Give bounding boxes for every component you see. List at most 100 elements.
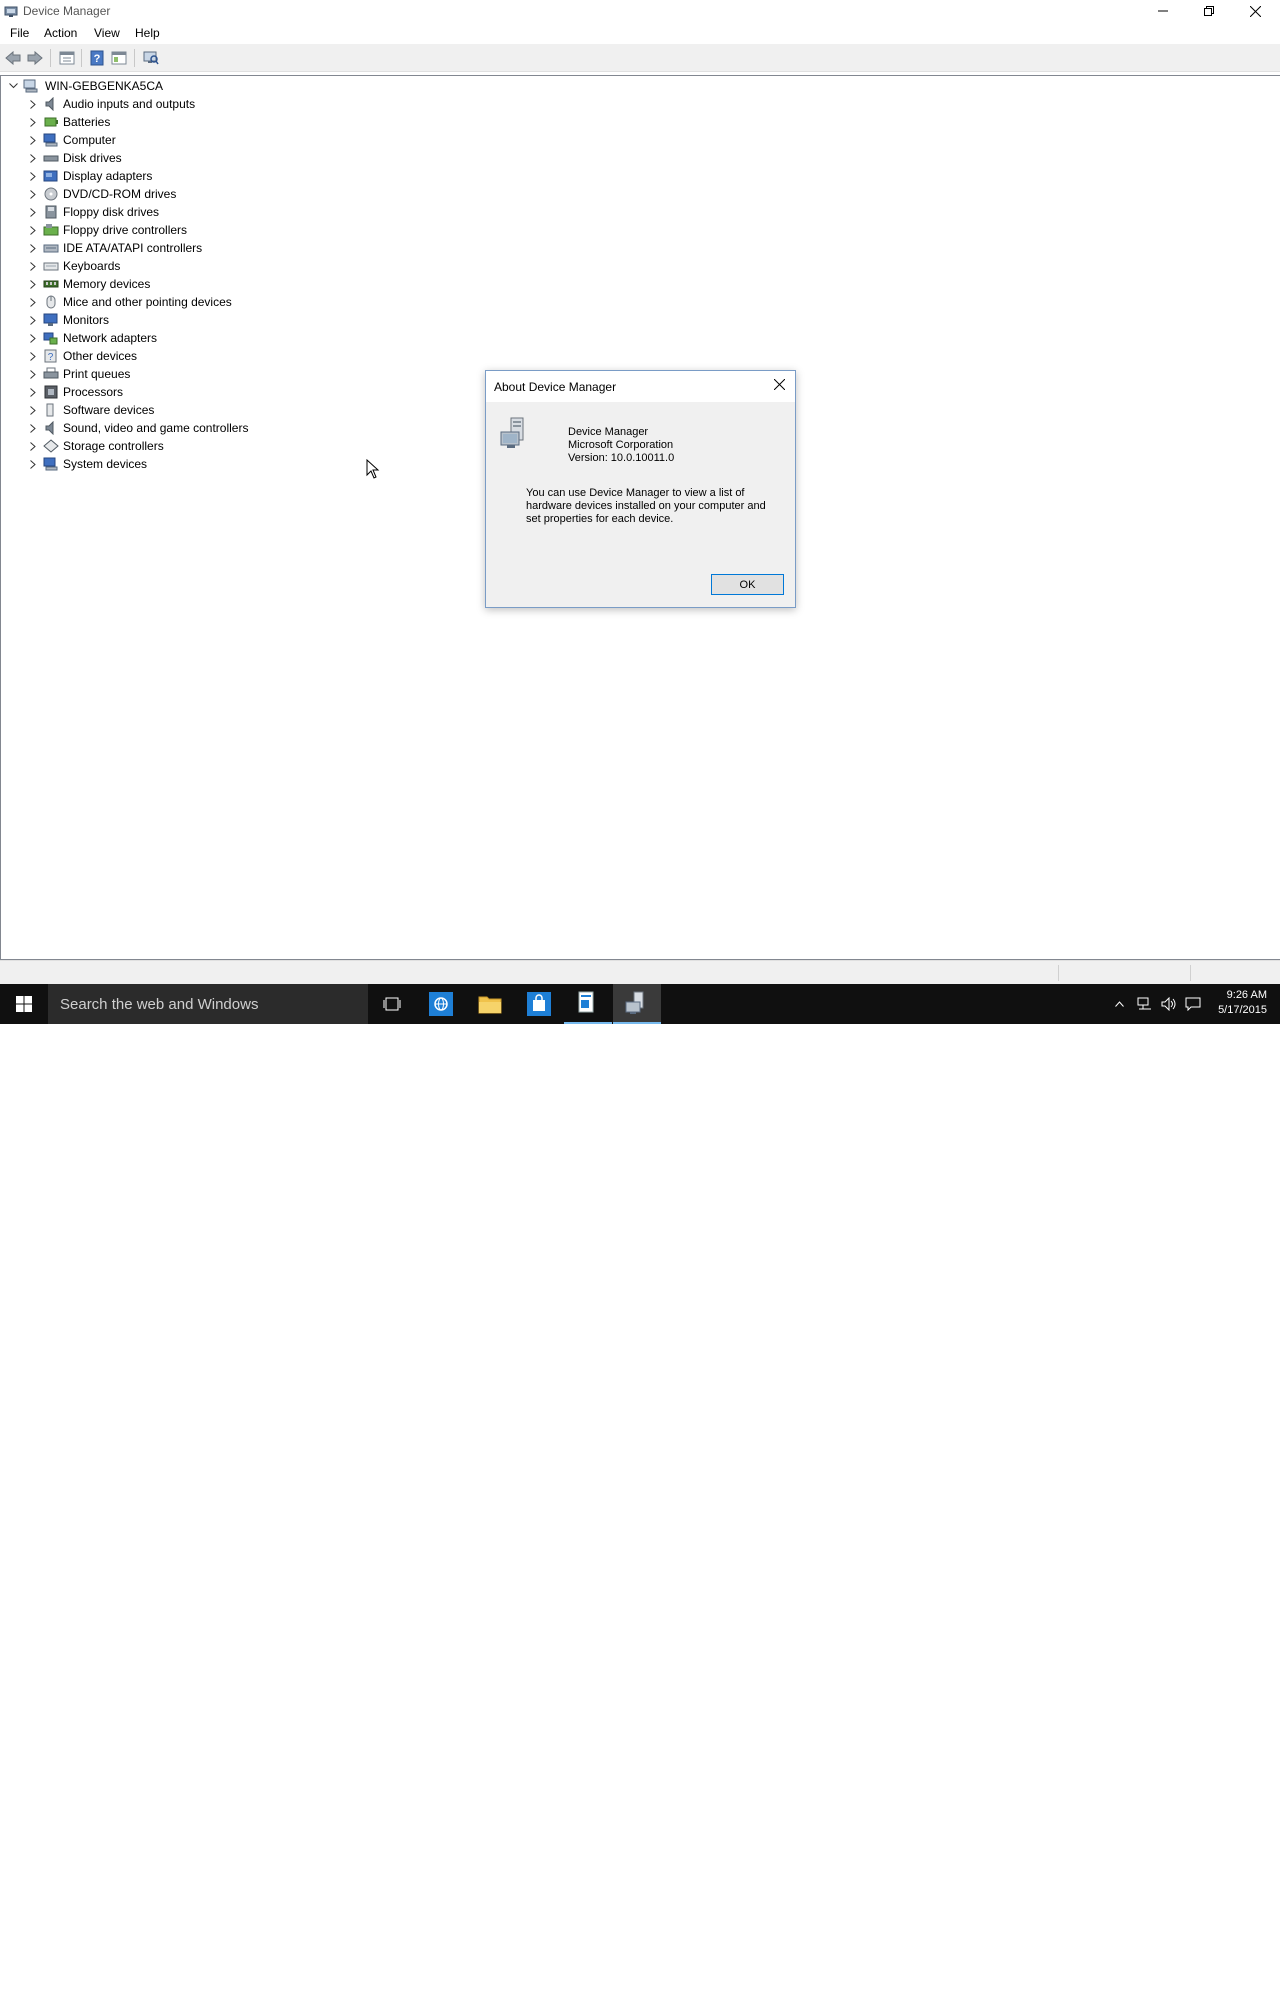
tree-item-label: Floppy drive controllers bbox=[63, 223, 188, 237]
expand-toggle[interactable] bbox=[25, 275, 41, 293]
chevron-right-icon bbox=[30, 297, 36, 307]
expand-toggle[interactable] bbox=[25, 257, 41, 275]
forward-button[interactable] bbox=[26, 50, 44, 66]
tree-item[interactable]: Software devices bbox=[25, 401, 325, 419]
tree-item[interactable]: Display adapters bbox=[25, 167, 325, 185]
chevron-right-icon bbox=[30, 441, 36, 451]
taskbar-clock[interactable]: 9:26 AM 5/17/2015 bbox=[1218, 988, 1267, 1018]
tree-item[interactable]: Floppy disk drives bbox=[25, 203, 325, 221]
tree-item[interactable]: Sound, video and game controllers bbox=[25, 419, 325, 437]
tree-item-label: Storage controllers bbox=[63, 439, 164, 453]
toolbar: ? bbox=[0, 44, 1280, 72]
battery-icon bbox=[44, 117, 58, 127]
taskbar-device-manager[interactable] bbox=[613, 984, 661, 1024]
tree-item-label: DVD/CD-ROM drives bbox=[63, 187, 177, 201]
expand-toggle[interactable] bbox=[25, 167, 41, 185]
tree-item[interactable]: Disk drives bbox=[25, 149, 325, 167]
tree-root[interactable]: WIN-GEBGENKA5CA bbox=[5, 77, 305, 95]
expand-toggle[interactable] bbox=[25, 365, 41, 383]
tree-item[interactable]: Memory devices bbox=[25, 275, 325, 293]
tree-item[interactable]: Floppy drive controllers bbox=[25, 221, 325, 239]
expand-toggle[interactable] bbox=[25, 419, 41, 437]
tree-item[interactable]: System devices bbox=[25, 455, 325, 473]
menu-view[interactable]: View bbox=[94, 26, 120, 40]
tree-item[interactable]: DVD/CD-ROM drives bbox=[25, 185, 325, 203]
expand-toggle[interactable] bbox=[25, 185, 41, 203]
close-button[interactable] bbox=[1232, 0, 1278, 22]
tree-item-label: Disk drives bbox=[63, 151, 122, 165]
dialog-close-button[interactable] bbox=[767, 374, 791, 394]
volume-tray-button[interactable] bbox=[1158, 984, 1180, 1024]
expand-toggle[interactable] bbox=[25, 95, 41, 113]
restore-button[interactable] bbox=[1186, 0, 1232, 22]
collapse-toggle[interactable] bbox=[5, 77, 21, 95]
expand-toggle[interactable] bbox=[25, 113, 41, 131]
taskbar-search-box[interactable]: Search the web and Windows bbox=[48, 984, 368, 1024]
tree-item[interactable]: Mice and other pointing devices bbox=[25, 293, 325, 311]
expand-toggle[interactable] bbox=[25, 437, 41, 455]
mouse-cursor-icon bbox=[366, 459, 380, 479]
menu-action[interactable]: Action bbox=[44, 26, 77, 40]
minimize-button[interactable] bbox=[1140, 0, 1186, 22]
keyboard-icon bbox=[43, 262, 59, 271]
chevron-right-icon bbox=[30, 189, 36, 199]
scan-hardware-button[interactable] bbox=[142, 50, 160, 66]
expand-toggle[interactable] bbox=[25, 347, 41, 365]
tree-item[interactable]: IDE ATA/ATAPI controllers bbox=[25, 239, 325, 257]
tree-item[interactable]: Keyboards bbox=[25, 257, 325, 275]
expand-toggle[interactable] bbox=[25, 311, 41, 329]
dialog-titlebar: About Device Manager bbox=[486, 371, 795, 402]
tree-item-label: Display adapters bbox=[63, 169, 153, 183]
ok-button[interactable]: OK bbox=[711, 574, 784, 595]
show-hide-console-tree-icon bbox=[111, 51, 127, 65]
taskbar-app[interactable] bbox=[564, 984, 612, 1024]
tree-item[interactable]: Audio inputs and outputs bbox=[25, 95, 325, 113]
expand-toggle[interactable] bbox=[25, 293, 41, 311]
tree-item[interactable]: Print queues bbox=[25, 365, 325, 383]
task-view-button[interactable] bbox=[368, 984, 416, 1024]
help-button[interactable]: ? bbox=[88, 50, 106, 66]
expand-toggle[interactable] bbox=[25, 221, 41, 239]
menu-file[interactable]: File bbox=[10, 26, 29, 40]
taskbar-file-explorer[interactable] bbox=[466, 984, 514, 1024]
expand-toggle[interactable] bbox=[25, 239, 41, 257]
expand-toggle[interactable] bbox=[25, 131, 41, 149]
tree-item[interactable]: Storage controllers bbox=[25, 437, 325, 455]
taskbar-browser[interactable] bbox=[417, 984, 465, 1024]
expand-toggle[interactable] bbox=[25, 383, 41, 401]
help-icon: ? bbox=[90, 50, 104, 66]
menu-help[interactable]: Help bbox=[135, 26, 160, 40]
tree-item[interactable]: ? Other devices bbox=[25, 347, 325, 365]
expand-toggle[interactable] bbox=[25, 329, 41, 347]
memory-icon bbox=[43, 280, 59, 288]
show-hide-console-tree-button[interactable] bbox=[110, 50, 128, 66]
action-center-button[interactable] bbox=[1182, 984, 1204, 1024]
tree-item[interactable]: Batteries bbox=[25, 113, 325, 131]
chevron-right-icon bbox=[30, 387, 36, 397]
expand-toggle[interactable] bbox=[25, 149, 41, 167]
other-devices-icon: ? bbox=[44, 349, 57, 363]
folder-icon bbox=[478, 996, 502, 1014]
start-button[interactable] bbox=[0, 984, 48, 1024]
taskbar-store[interactable] bbox=[515, 984, 563, 1024]
expand-toggle[interactable] bbox=[25, 203, 41, 221]
show-hidden-icons-button[interactable] bbox=[1110, 984, 1128, 1024]
tree-item[interactable]: Processors bbox=[25, 383, 325, 401]
tree-item[interactable]: Computer bbox=[25, 131, 325, 149]
expand-toggle[interactable] bbox=[25, 401, 41, 419]
taskbar: Search the web and Windows The Collectio… bbox=[0, 984, 1280, 2007]
network-tray-button[interactable] bbox=[1134, 984, 1156, 1024]
properties-button[interactable] bbox=[58, 50, 76, 66]
expand-toggle[interactable] bbox=[25, 455, 41, 473]
close-icon bbox=[773, 378, 785, 390]
tree-item[interactable]: Network adapters bbox=[25, 329, 325, 347]
software-device-icon bbox=[46, 403, 54, 417]
watermark: The Collection Book bbox=[1030, 1968, 1270, 2008]
back-button[interactable] bbox=[4, 50, 22, 66]
tree-item-label: Network adapters bbox=[63, 331, 158, 345]
floppy-controller-icon bbox=[43, 224, 59, 236]
dialog-version: Version: 10.0.10011.0 bbox=[568, 452, 675, 464]
scan-hardware-icon bbox=[143, 51, 159, 65]
toolbar-separator bbox=[81, 49, 82, 67]
tree-item[interactable]: Monitors bbox=[25, 311, 325, 329]
